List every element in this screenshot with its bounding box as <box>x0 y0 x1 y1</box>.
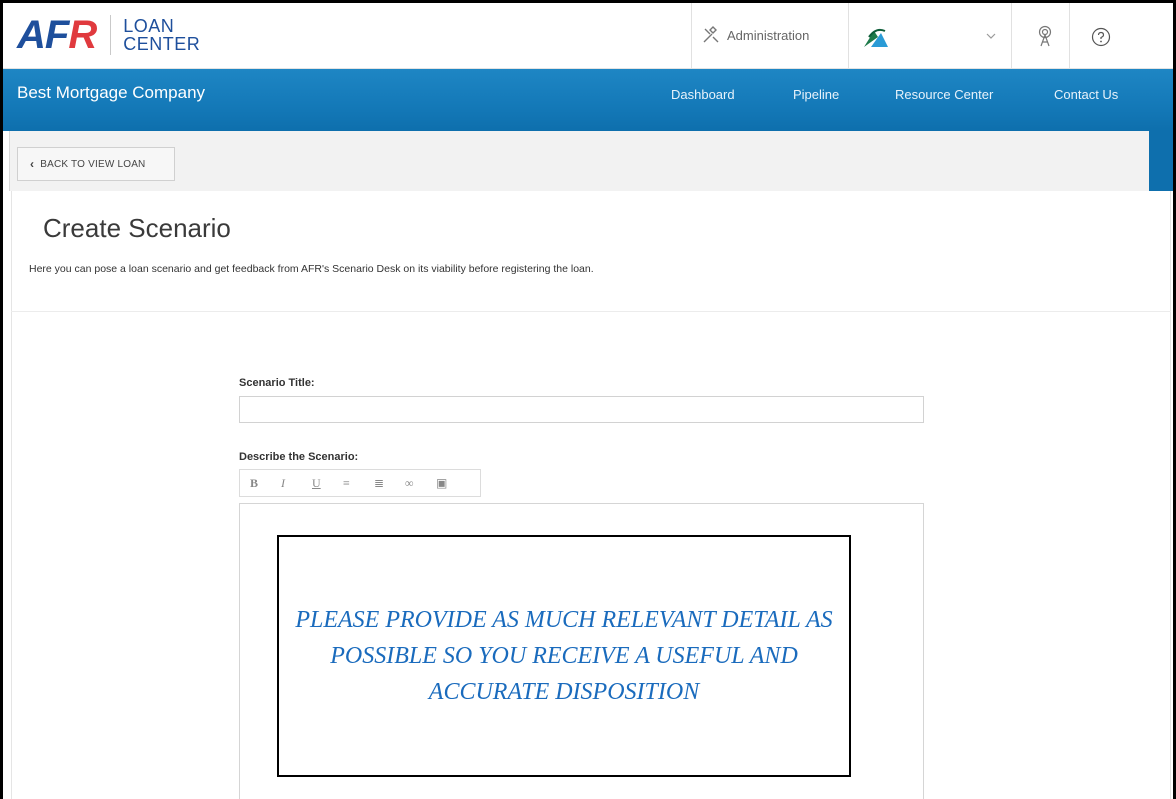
page-description: Here you can pose a loan scenario and ge… <box>29 263 594 275</box>
nav-contact-us[interactable]: Contact Us <box>1054 87 1118 102</box>
callout-text: PLEASE PROVIDE AS MUCH RELEVANT DETAIL A… <box>295 607 833 705</box>
action-bar <box>9 131 1173 191</box>
page-title: Create Scenario <box>43 213 231 243</box>
header-divider <box>1069 3 1070 69</box>
administration-link[interactable]: Administration <box>701 25 809 45</box>
instruction-callout: PLEASE PROVIDE AS MUCH RELEVANT DETAIL A… <box>277 535 851 777</box>
image-button[interactable]: ▣ <box>436 476 467 491</box>
scenario-title-input[interactable] <box>239 396 924 423</box>
underline-button[interactable]: U <box>312 476 343 491</box>
editor-toolbar: B I U ≡ ≣ ∞ ▣ <box>239 469 481 497</box>
logo-subtitle: LOAN CENTER <box>123 16 201 54</box>
back-button-label: BACK TO VIEW LOAN <box>40 158 146 170</box>
describe-scenario-label: Describe the Scenario: <box>239 451 359 463</box>
section-divider <box>11 311 1171 312</box>
italic-button[interactable]: I <box>281 476 312 491</box>
nav-pipeline[interactable]: Pipeline <box>793 87 839 102</box>
afr-logo[interactable]: AFR LOAN CENTER <box>17 15 200 55</box>
top-header: AFR LOAN CENTER Administration <box>3 3 1173 69</box>
numbered-list-button[interactable]: ≣ <box>374 476 405 491</box>
chevron-left-icon: ‹ <box>30 157 35 171</box>
nav-dashboard[interactable]: Dashboard <box>671 87 735 102</box>
tools-icon <box>703 26 719 43</box>
bulleted-list-button[interactable]: ≡ <box>343 476 374 491</box>
logo-divider <box>110 15 112 55</box>
broadcast-icon[interactable] <box>1037 25 1053 47</box>
nav-edge-strip <box>1149 131 1173 191</box>
logo-wordmark: AFR <box>17 13 97 57</box>
link-button[interactable]: ∞ <box>405 476 436 491</box>
back-to-view-loan-button[interactable]: ‹ BACK TO VIEW LOAN <box>17 147 175 181</box>
nav-resource-center[interactable]: Resource Center <box>895 87 993 102</box>
scenario-title-label: Scenario Title: <box>239 377 315 389</box>
app-frame: AFR LOAN CENTER Administration Best Mort… <box>0 0 1176 799</box>
bold-button[interactable]: B <box>250 476 281 491</box>
help-circle-icon[interactable] <box>1091 27 1111 47</box>
header-divider <box>691 3 692 69</box>
main-nav: Best Mortgage Company Dashboard Pipeline… <box>3 69 1173 131</box>
header-divider <box>848 3 849 69</box>
company-logo-icon[interactable] <box>861 25 891 51</box>
company-name: Best Mortgage Company <box>17 83 206 102</box>
header-divider <box>1011 3 1012 69</box>
administration-label: Administration <box>727 27 810 43</box>
chevron-down-icon[interactable] <box>986 31 996 41</box>
